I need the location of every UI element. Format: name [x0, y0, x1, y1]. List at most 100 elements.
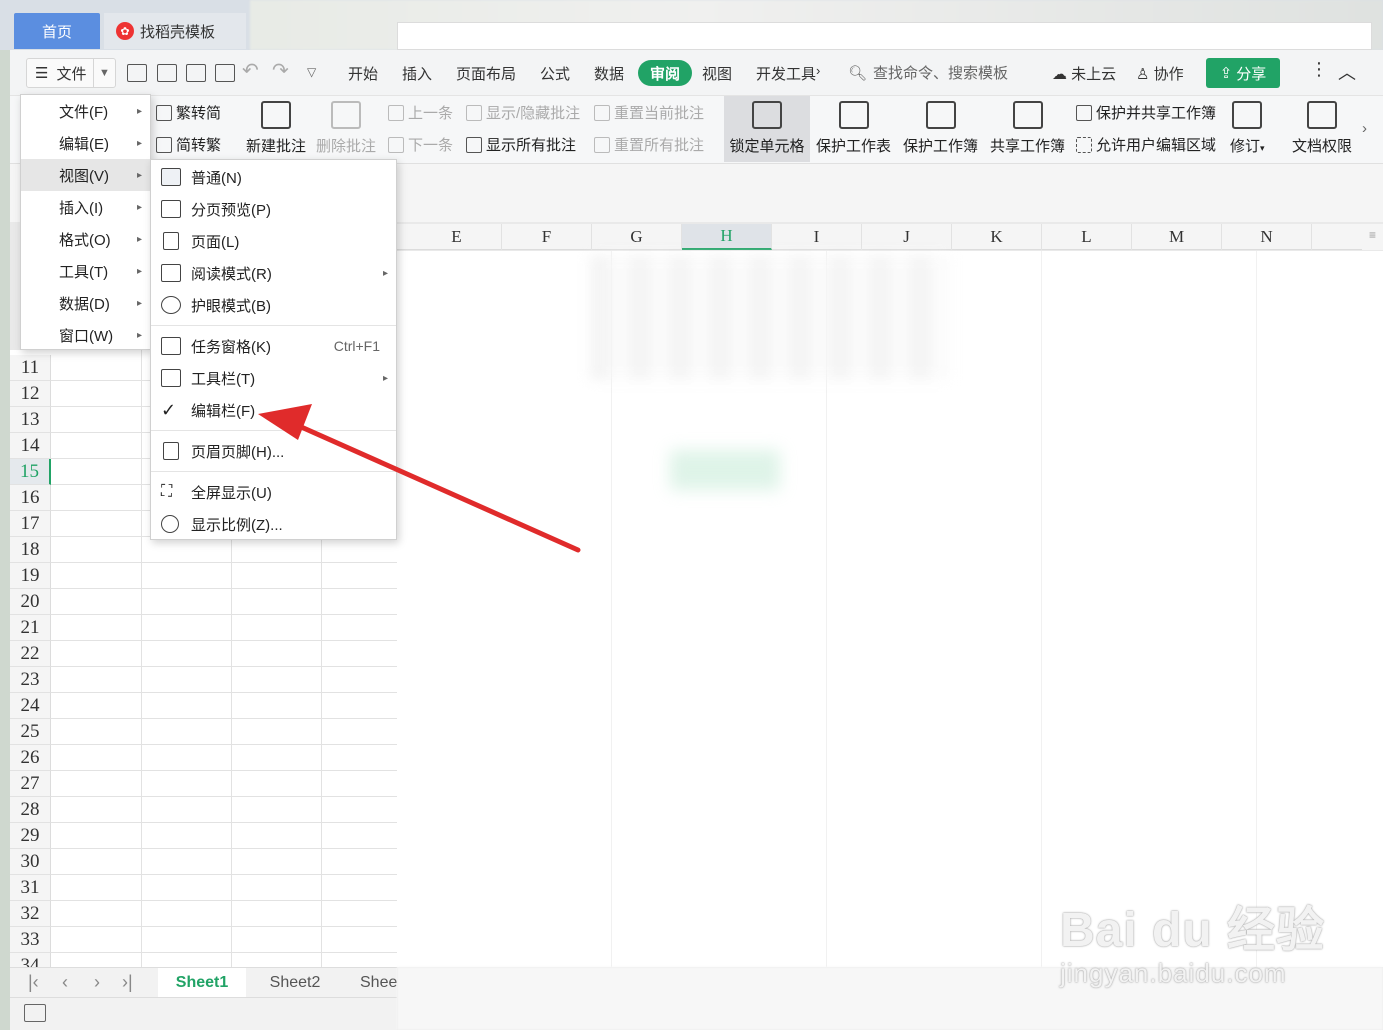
split-icon[interactable]: ≡	[1362, 224, 1383, 250]
chevron-right-icon[interactable]: ›	[816, 63, 820, 78]
menu-item-edit[interactable]: 编辑(E) ▸	[21, 127, 150, 159]
undo-icon[interactable]: ↶	[242, 58, 259, 83]
show-hide-comment-button[interactable]: 显示/隐藏批注	[466, 102, 580, 123]
menu-item-view[interactable]: 视图(V) ▸	[21, 159, 150, 191]
column-header-f[interactable]: F	[502, 224, 592, 250]
tab-start[interactable]: 开始	[348, 63, 378, 84]
last-sheet-icon[interactable]: ›|	[122, 972, 133, 993]
column-header-k[interactable]: K	[952, 224, 1042, 250]
show-all-comments-button[interactable]: 显示所有批注	[466, 134, 576, 155]
sheet-tab-1[interactable]: Sheet1	[158, 968, 246, 997]
trad-to-simp-button[interactable]: 繁转简	[156, 102, 221, 123]
protect-workbook-button[interactable]: 保护工作簿	[903, 96, 978, 162]
row-header-24[interactable]: 24	[10, 693, 51, 719]
prev-comment-button[interactable]: 上一条	[388, 102, 453, 123]
row-header-22[interactable]: 22	[10, 641, 51, 667]
tab-developer[interactable]: 开发工具	[756, 63, 818, 84]
first-sheet-icon[interactable]: |‹	[28, 972, 39, 993]
reset-current-comment-button[interactable]: 重置当前批注	[594, 102, 704, 123]
view-eye-care-item[interactable]: 护眼模式(B)	[151, 289, 396, 321]
column-header-i[interactable]: I	[772, 224, 862, 250]
macro-record-icon[interactable]	[24, 1004, 46, 1022]
doc-permission-button[interactable]: 文档权限	[1292, 96, 1352, 162]
menu-item-data[interactable]: 数据(D) ▸	[21, 287, 150, 319]
view-page-break-item[interactable]: 分页预览(P)	[151, 193, 396, 225]
tab-review[interactable]: 审阅	[638, 60, 692, 86]
export-pdf-icon[interactable]	[157, 64, 177, 82]
column-header-g[interactable]: G	[592, 224, 682, 250]
column-header-h[interactable]: H	[682, 224, 772, 250]
new-comment-button[interactable]: 新建批注	[246, 96, 306, 162]
row-header-28[interactable]: 28	[10, 797, 51, 823]
collapse-ribbon-icon[interactable]: ︿	[1338, 59, 1356, 85]
simp-to-trad-button[interactable]: 简转繁	[156, 134, 221, 155]
tab-insert[interactable]: 插入	[402, 63, 432, 84]
menu-item-file[interactable]: 文件(F) ▸	[21, 95, 150, 127]
next-comment-button[interactable]: 下一条	[388, 134, 453, 155]
view-reading-item[interactable]: 阅读模式(R) ▸	[151, 257, 396, 289]
tab-page-layout[interactable]: 页面布局	[456, 63, 516, 84]
sheet-tab-3[interactable]: Shee	[348, 968, 397, 997]
print-icon[interactable]	[186, 64, 206, 82]
row-header-32[interactable]: 32	[10, 901, 51, 927]
column-header-l[interactable]: L	[1042, 224, 1132, 250]
column-header-n[interactable]: N	[1222, 224, 1312, 250]
column-header-j[interactable]: J	[862, 224, 952, 250]
revise-button[interactable]: 修订▾	[1230, 96, 1265, 162]
row-header-18[interactable]: 18	[10, 537, 51, 563]
view-page-item[interactable]: 页面(L)	[151, 225, 396, 257]
tab-template[interactable]: ✿ 找稻壳模板	[104, 13, 246, 49]
ribbon-scroll-right-icon[interactable]: ›	[1362, 120, 1367, 137]
row-header-27[interactable]: 27	[10, 771, 51, 797]
file-menu-button[interactable]: ☰ 文件 ▼	[26, 58, 116, 88]
customize-quick-access-icon[interactable]: ▽	[307, 65, 316, 79]
tab-home[interactable]: 首页	[14, 13, 100, 49]
menu-item-insert[interactable]: 插入(I) ▸	[21, 191, 150, 223]
view-task-pane-item[interactable]: 任务窗格(K) Ctrl+F1	[151, 330, 396, 362]
row-header-13[interactable]: 13	[10, 407, 51, 433]
row-header-25[interactable]: 25	[10, 719, 51, 745]
command-search[interactable]: 🔍︎ 查找命令、搜索模板	[848, 62, 1008, 83]
delete-comment-button[interactable]: 删除批注	[316, 96, 376, 162]
row-header-14[interactable]: 14	[10, 433, 51, 459]
row-header-15[interactable]: 15	[10, 459, 51, 485]
row-header-17[interactable]: 17	[10, 511, 51, 537]
tab-view[interactable]: 视图	[702, 63, 732, 84]
save-icon[interactable]	[127, 64, 147, 82]
view-normal-item[interactable]: 普通(N)	[151, 161, 396, 193]
chevron-down-icon[interactable]: ▼	[93, 59, 115, 87]
row-header-19[interactable]: 19	[10, 563, 51, 589]
next-sheet-icon[interactable]: ›	[94, 972, 100, 993]
row-header-29[interactable]: 29	[10, 823, 51, 849]
row-header-20[interactable]: 20	[10, 589, 51, 615]
formula-input[interactable]	[397, 22, 1372, 50]
menu-item-window[interactable]: 窗口(W) ▸	[21, 319, 150, 351]
row-header-30[interactable]: 30	[10, 849, 51, 875]
row-header-33[interactable]: 33	[10, 927, 51, 953]
column-header-e[interactable]: E	[412, 224, 502, 250]
protect-share-button[interactable]: 保护并共享工作簿	[1076, 102, 1216, 123]
collab-button[interactable]: ♙ 协作	[1136, 63, 1184, 84]
print-preview-icon[interactable]	[215, 64, 235, 82]
allow-edit-range-button[interactable]: 允许用户编辑区域	[1076, 134, 1216, 155]
tab-formula[interactable]: 公式	[540, 63, 570, 84]
menu-item-format[interactable]: 格式(O) ▸	[21, 223, 150, 255]
prev-sheet-icon[interactable]: ‹	[62, 972, 68, 993]
row-header-26[interactable]: 26	[10, 745, 51, 771]
row-header-23[interactable]: 23	[10, 667, 51, 693]
lock-cells-button[interactable]: 锁定单元格	[724, 96, 810, 162]
row-header-11[interactable]: 11	[10, 355, 51, 381]
share-workbook-button[interactable]: 共享工作簿	[990, 96, 1065, 162]
sheet-tab-2[interactable]: Sheet2	[254, 968, 336, 997]
row-header-16[interactable]: 16	[10, 485, 51, 511]
protect-sheet-button[interactable]: 保护工作表	[816, 96, 891, 162]
share-button[interactable]: ⇪ 分享	[1206, 58, 1280, 88]
redo-icon[interactable]: ↷	[272, 58, 289, 83]
cloud-status[interactable]: ☁ 未上云	[1052, 63, 1116, 84]
row-header-12[interactable]: 12	[10, 381, 51, 407]
column-header-m[interactable]: M	[1132, 224, 1222, 250]
row-header-21[interactable]: 21	[10, 615, 51, 641]
menu-item-tools[interactable]: 工具(T) ▸	[21, 255, 150, 287]
more-icon[interactable]: ⋮	[1310, 59, 1328, 80]
reset-all-comments-button[interactable]: 重置所有批注	[594, 134, 704, 155]
